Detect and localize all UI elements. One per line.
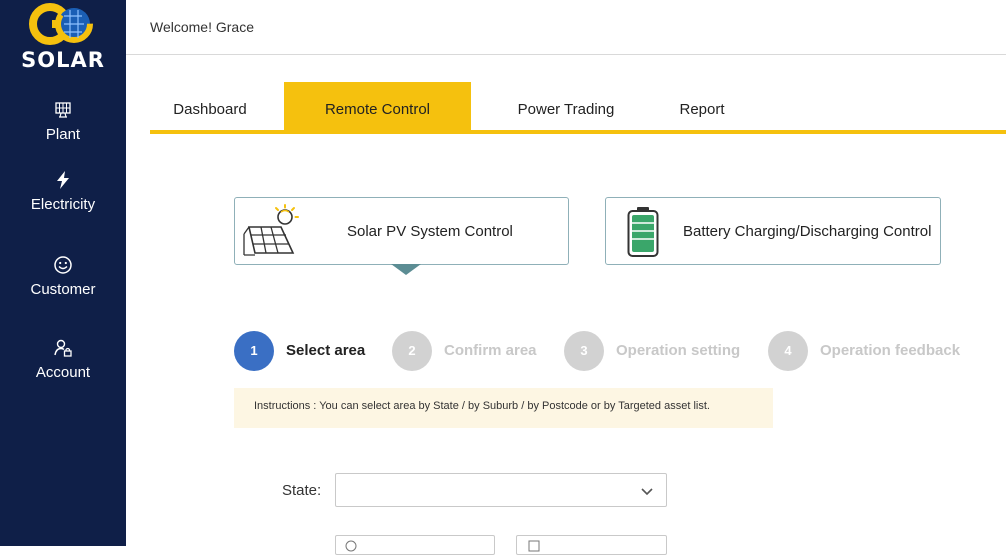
- tab-dashboard[interactable]: Dashboard: [150, 82, 270, 132]
- sidebar-item-plant[interactable]: Plant: [0, 100, 126, 143]
- tab-remote-control[interactable]: Remote Control: [284, 82, 471, 132]
- logo-wordmark: SOLAR: [21, 48, 105, 72]
- step-1-label: Select area: [286, 342, 366, 359]
- tab-power-trading[interactable]: Power Trading: [503, 82, 629, 132]
- sidebar-item-label: Account: [35, 364, 91, 381]
- area-option-field-2[interactable]: [516, 535, 667, 555]
- sidebar-item-label: Customer: [30, 281, 96, 298]
- solar-panel-icon: [55, 102, 71, 118]
- checkbox-icon: [528, 540, 540, 552]
- tab-report[interactable]: Report: [662, 82, 742, 132]
- main-tabs: Dashboard Remote Control Power Trading R…: [150, 82, 1006, 136]
- solar-pv-icon: [243, 204, 299, 256]
- battery-control-label: Battery Charging/Discharging Control: [683, 223, 932, 240]
- gc-logo-icon: [29, 3, 93, 45]
- sidebar-item-customer[interactable]: Customer: [0, 255, 126, 298]
- solar-pv-control-card[interactable]: Solar PV System Control: [234, 197, 569, 265]
- step-4-indicator: 4: [768, 331, 808, 371]
- state-label: State:: [282, 482, 322, 499]
- step-2-label: Confirm area: [444, 342, 537, 359]
- gc-solar-logo[interactable]: SOLAR: [16, 2, 110, 72]
- lightning-icon: [57, 171, 69, 189]
- step-3-label: Operation setting: [616, 342, 741, 359]
- sidebar: SOLAR Plant Electricity Customer Account: [0, 0, 126, 546]
- area-option-field-1[interactable]: [335, 535, 495, 555]
- step-1-indicator: 1: [234, 331, 274, 371]
- top-bar: Welcome! Grace: [126, 0, 1006, 55]
- sidebar-item-electricity[interactable]: Electricity: [0, 170, 126, 213]
- solar-pv-control-label: Solar PV System Control: [347, 223, 513, 240]
- chevron-down-icon: [641, 488, 653, 496]
- welcome-message: Welcome! Grace: [150, 19, 254, 35]
- step-3-indicator: 3: [564, 331, 604, 371]
- tabs-underline: [150, 130, 1006, 134]
- smiley-icon: [54, 256, 72, 274]
- step-4-label: Operation feedback: [820, 342, 961, 359]
- radio-icon: [345, 540, 357, 552]
- user-lock-icon: [54, 339, 72, 357]
- sidebar-item-label: Plant: [45, 126, 81, 143]
- battery-control-card[interactable]: Battery Charging/Discharging Control: [605, 197, 941, 265]
- sidebar-item-label: Electricity: [30, 196, 96, 213]
- selected-card-indicator: [391, 264, 421, 275]
- step-2-indicator: 2: [392, 331, 432, 371]
- sidebar-item-account[interactable]: Account: [0, 338, 126, 381]
- battery-icon: [627, 207, 659, 257]
- instructions-banner: Instructions : You can select area by St…: [234, 388, 773, 428]
- state-select[interactable]: [335, 473, 667, 507]
